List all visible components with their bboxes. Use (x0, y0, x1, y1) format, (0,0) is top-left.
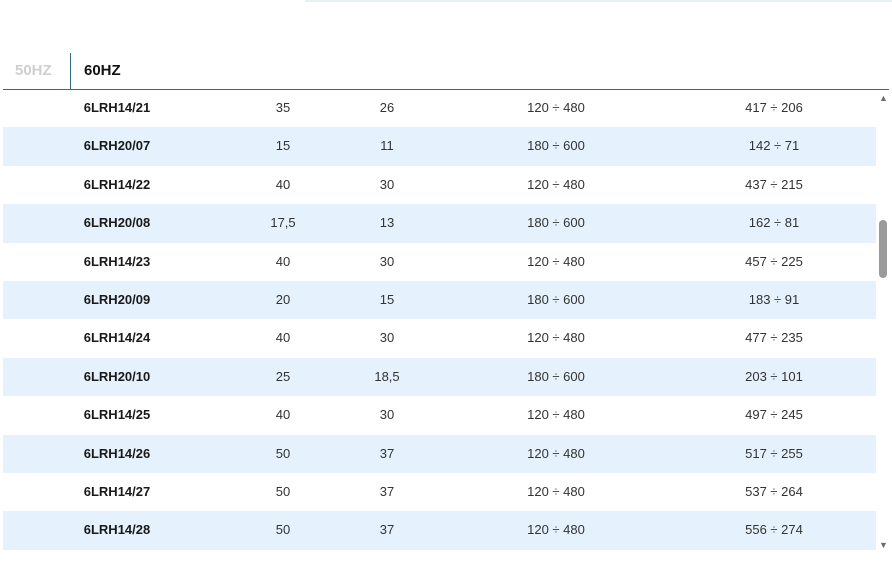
kw-cell: 20 (275, 291, 291, 307)
flow-cell: 120 ÷ 480 (527, 483, 585, 499)
flow-cell: 120 ÷ 480 (527, 445, 585, 461)
kw-cell: 40 (275, 407, 291, 423)
table-row: 6LRH14/25 40 30 120 ÷ 480 497 ÷ 245 (3, 396, 876, 434)
hp-cell: 15 (379, 291, 395, 307)
kw-cell: 25 (275, 368, 291, 384)
flow-cell: 120 ÷ 480 (527, 253, 585, 269)
head-cell: 183 ÷ 91 (748, 291, 800, 307)
table-row: 6LRH14/27 50 37 120 ÷ 480 537 ÷ 264 (3, 473, 876, 511)
table-row: 6LRH14/23 40 30 120 ÷ 480 457 ÷ 225 (3, 243, 876, 281)
head-cell: 477 ÷ 235 (745, 330, 803, 346)
flow-cell: 120 ÷ 480 (527, 100, 585, 115)
table-row: 6LRH20/09 20 15 180 ÷ 600 183 ÷ 91 (3, 280, 876, 320)
model-cell: 6LRH20/09 (83, 291, 151, 307)
triangle-down-icon[interactable]: ▼ (877, 539, 890, 551)
model-cell: 6LRH14/21 (83, 100, 151, 115)
hp-cell: 37 (379, 522, 395, 538)
head-cell: 437 ÷ 215 (745, 176, 803, 192)
kw-cell: 40 (275, 253, 291, 269)
table-row: 6LRH20/07 15 11 180 ÷ 600 142 ÷ 71 (3, 127, 876, 166)
model-cell: 6LRH14/26 (83, 445, 151, 461)
hp-cell: 13 (379, 215, 395, 231)
head-cell: 162 ÷ 81 (748, 215, 800, 231)
kw-cell: 15 (275, 138, 291, 154)
table-row: 6LRH20/08 17,5 13 180 ÷ 600 162 ÷ 81 (3, 204, 876, 243)
kw-cell: 50 (275, 522, 291, 538)
table-row: 6LRH14/24 40 30 120 ÷ 480 477 ÷ 235 (3, 319, 876, 357)
scrollbar-thumb[interactable] (879, 220, 887, 278)
triangle-up-icon[interactable]: ▲ (877, 92, 890, 104)
hp-cell: 26 (379, 100, 395, 115)
tab-60hz[interactable]: 60HZ (84, 53, 121, 89)
head-cell: 417 ÷ 206 (745, 100, 803, 115)
head-cell: 203 ÷ 101 (745, 368, 803, 384)
table-row: 6LRH20/10 25 18,5 180 ÷ 600 203 ÷ 101 (3, 357, 876, 397)
hp-cell: 37 (379, 445, 395, 461)
flow-cell: 120 ÷ 480 (527, 522, 585, 538)
head-cell: 497 ÷ 245 (745, 407, 803, 423)
flow-cell: 120 ÷ 480 (527, 407, 585, 423)
kw-cell: 35 (275, 100, 291, 115)
hp-cell: 30 (379, 330, 395, 346)
head-cell: 537 ÷ 264 (745, 483, 803, 499)
model-cell: 6LRH14/24 (83, 330, 151, 346)
flow-cell: 120 ÷ 480 (527, 330, 585, 346)
model-cell: 6LRH14/25 (83, 407, 151, 423)
kw-cell: 40 (275, 330, 291, 346)
model-cell: 6LRH14/23 (83, 253, 151, 269)
hp-cell: 37 (379, 483, 395, 499)
flow-cell: 180 ÷ 600 (527, 368, 585, 384)
tab-50hz[interactable]: 50HZ (15, 53, 52, 89)
table-row: 6LRH14/22 40 30 120 ÷ 480 437 ÷ 215 (3, 166, 876, 204)
model-cell: 6LRH20/10 (83, 368, 151, 384)
flow-cell: 120 ÷ 480 (527, 176, 585, 192)
table-row: 6LRH14/28 50 37 120 ÷ 480 556 ÷ 274 (3, 511, 876, 550)
model-cell: 6LRH14/22 (83, 176, 151, 192)
table-row: 6LRH14/26 50 37 120 ÷ 480 517 ÷ 255 (3, 434, 876, 473)
flow-cell: 180 ÷ 600 (527, 138, 585, 154)
hp-cell: 30 (379, 407, 395, 423)
head-cell: 556 ÷ 274 (745, 522, 803, 538)
head-cell: 457 ÷ 225 (745, 253, 803, 269)
model-cell: 6LRH14/27 (83, 483, 151, 499)
kw-cell: 50 (275, 445, 291, 461)
hp-cell: 30 (379, 253, 395, 269)
hp-cell: 18,5 (374, 368, 400, 384)
kw-cell: 50 (275, 483, 291, 499)
hp-cell: 30 (379, 176, 395, 192)
model-cell: 6LRH20/07 (83, 138, 151, 154)
hp-cell: 11 (380, 138, 394, 154)
frequency-tabs: 50HZ 60HZ (3, 53, 889, 90)
model-cell: 6LRH14/28 (83, 522, 151, 538)
tab-divider (70, 53, 71, 89)
head-cell: 142 ÷ 71 (748, 138, 800, 154)
pump-data-table: 6LRH14/21 35 26 120 ÷ 480 417 ÷ 206 6LRH… (3, 89, 876, 550)
top-strip (305, 0, 892, 2)
table-row: 6LRH14/21 35 26 120 ÷ 480 417 ÷ 206 (3, 89, 876, 127)
flow-cell: 180 ÷ 600 (527, 291, 585, 307)
kw-cell: 17,5 (270, 215, 296, 231)
vertical-scrollbar[interactable]: ▲ ▼ (877, 89, 890, 552)
head-cell: 517 ÷ 255 (745, 445, 803, 461)
flow-cell: 180 ÷ 600 (527, 215, 585, 231)
model-cell: 6LRH20/08 (83, 215, 151, 231)
kw-cell: 40 (275, 176, 291, 192)
